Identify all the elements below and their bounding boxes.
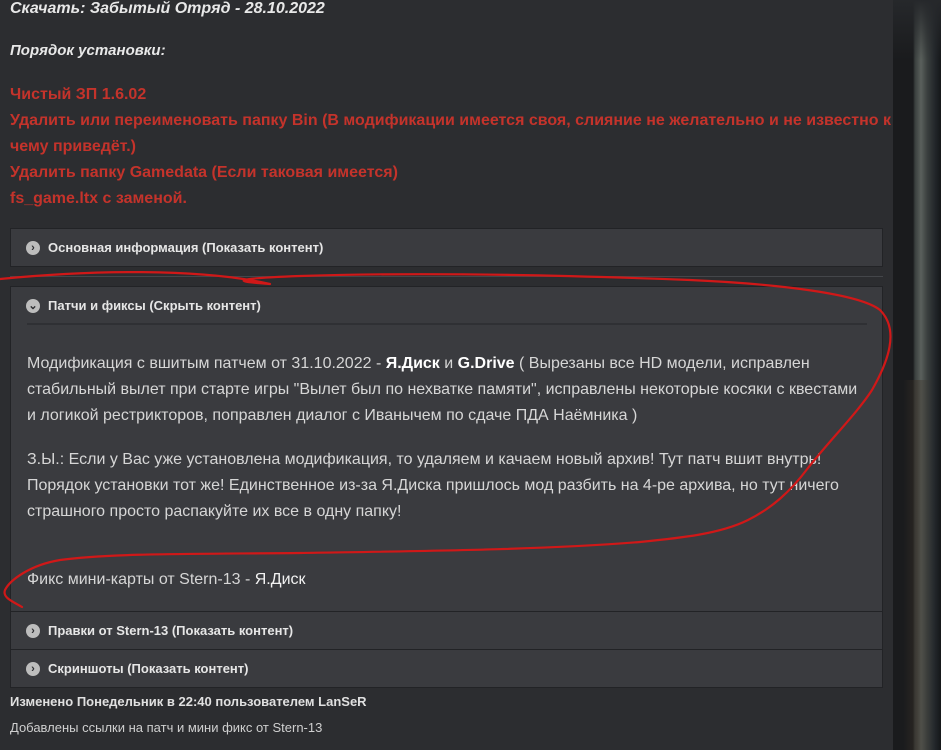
install-step: Чистый ЗП 1.6.02 (10, 86, 147, 103)
chevron-right-icon: › (26, 241, 40, 255)
chevron-right-icon: › (26, 624, 40, 638)
spoiler-screenshots-label: Скриншоты (Показать контент) (48, 661, 249, 676)
post-content: Скачать: Забытый Отряд - 28.10.2022 Поря… (0, 0, 893, 750)
edit-notice: Изменено Понедельник в 22:40 пользовател… (10, 694, 367, 709)
background-image (893, 0, 941, 750)
edit-reason: Добавлены ссылки на патч и мини фикс от … (10, 720, 323, 735)
minimap-fix-label: Фикс мини-карты от Stern-13 - (27, 571, 255, 588)
patch-description: Модификация с вшитым патчем от 31.10.202… (27, 351, 867, 429)
patch-note: З.Ы.: Если у Вас уже установлена модифик… (27, 451, 839, 520)
gdrive-link[interactable]: G.Drive (458, 355, 515, 372)
download-title: Скачать: Забытый Отряд - 28.10.2022 (10, 0, 325, 17)
install-step: fs_game.ltx с заменой. (10, 190, 187, 207)
spoiler-main-info-toggle[interactable]: › Основная информация (Показать контент) (11, 229, 882, 267)
patch-text-and: и (439, 355, 458, 372)
spoiler-screenshots: › Скриншоты (Показать контент) (10, 649, 883, 688)
patch-text: Модификация с вшитым патчем от 31.10.202… (27, 355, 386, 372)
spoiler-patches-label: Патчи и фиксы (Скрыть контент) (48, 298, 261, 313)
minimap-fix-link[interactable]: Я.Диск (255, 571, 306, 588)
spoiler-stern-edits-label: Правки от Stern-13 (Показать контент) (48, 623, 294, 638)
spoiler-main-info: › Основная информация (Показать контент) (10, 228, 883, 267)
chevron-down-icon: ⌄ (26, 299, 40, 313)
spoiler-stern-edits: › Правки от Stern-13 (Показать контент) (10, 611, 883, 650)
minimap-fix-line: Фикс мини-карты от Stern-13 - Я.Диск (27, 567, 867, 593)
spoiler-inner-divider (27, 323, 867, 325)
install-step: чему приведёт.) (10, 138, 136, 155)
spoiler-main-info-label: Основная информация (Показать контент) (48, 240, 324, 255)
install-step: Удалить папку Gamedata (Если таковая име… (10, 164, 398, 181)
chevron-right-icon: › (26, 662, 40, 676)
spoiler-screenshots-toggle[interactable]: › Скриншоты (Показать контент) (11, 650, 882, 688)
divider (10, 276, 883, 277)
spoiler-stern-edits-toggle[interactable]: › Правки от Stern-13 (Показать контент) (11, 612, 882, 650)
install-step: Удалить или переименовать папку Bin (В м… (10, 112, 891, 129)
install-order-title: Порядок установки: (10, 42, 166, 59)
spoiler-patches-toggle[interactable]: ⌄ Патчи и фиксы (Скрыть контент) (11, 287, 882, 325)
yadisk-link[interactable]: Я.Диск (386, 355, 440, 372)
spoiler-patches: ⌄ Патчи и фиксы (Скрыть контент) Модифик… (10, 286, 883, 612)
